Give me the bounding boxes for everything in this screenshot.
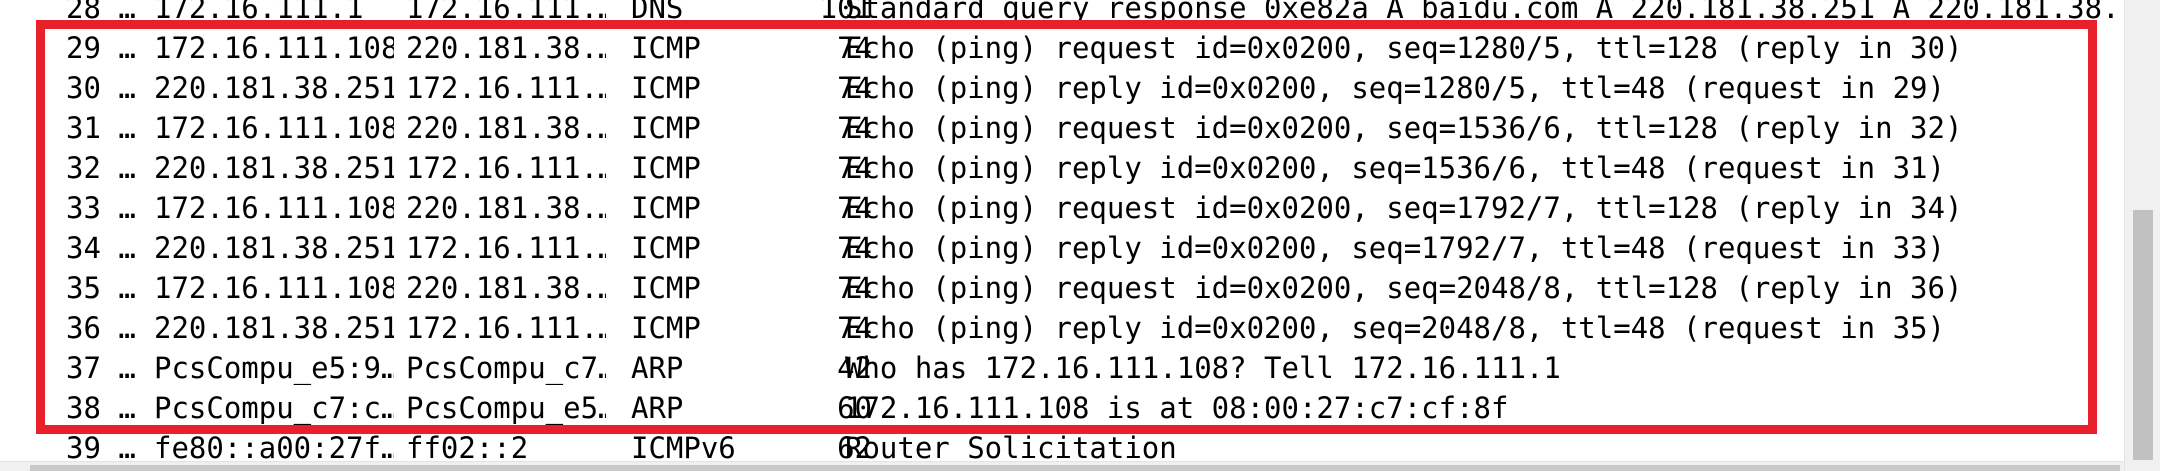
packet-protocol: ICMP <box>631 31 701 65</box>
packet-row[interactable]: 31 … 172.16.111.108 220.181.38.… ICMP 74… <box>0 108 2124 148</box>
packet-number: 38 … <box>66 391 136 425</box>
packet-source: 172.16.111.108 <box>154 31 394 65</box>
vertical-scrollbar-thumb[interactable] <box>2133 210 2153 460</box>
packet-row[interactable]: 37 … PcsCompu_e5:9… PcsCompu_c7… ARP 42 … <box>0 348 2124 388</box>
packet-protocol: ICMP <box>631 231 701 265</box>
packet-number: 33 … <box>66 191 136 225</box>
packet-source: 220.181.38.251 <box>154 311 394 345</box>
packet-info: Who has 172.16.111.108? Tell 172.16.111.… <box>845 351 1561 385</box>
packet-protocol: DNS <box>631 0 684 25</box>
packet-list[interactable]: 28 … 172.16.111.1 172.16.111.… DNS 101 S… <box>0 0 2124 471</box>
vertical-scrollbar[interactable] <box>2124 0 2160 471</box>
packet-info: Echo (ping) request id=0x0200, seq=1536/… <box>845 111 1963 145</box>
packet-source: 220.181.38.251 <box>154 231 394 265</box>
packet-info: Echo (ping) reply id=0x0200, seq=1536/6,… <box>845 151 1945 185</box>
packet-row[interactable]: 29 … 172.16.111.108 220.181.38.… ICMP 74… <box>0 28 2124 68</box>
packet-protocol: ICMP <box>631 191 701 225</box>
packet-source: 220.181.38.251 <box>154 71 394 105</box>
packet-protocol: ICMP <box>631 71 701 105</box>
horizontal-scrollbar[interactable] <box>0 461 2124 471</box>
packet-destination: 172.16.111.… <box>406 151 606 185</box>
packet-number: 30 … <box>66 71 136 105</box>
packet-destination: 172.16.111.… <box>406 0 606 25</box>
horizontal-scrollbar-thumb[interactable] <box>30 465 2120 471</box>
packet-list-viewport: 28 … 172.16.111.1 172.16.111.… DNS 101 S… <box>0 0 2160 471</box>
packet-number: 34 … <box>66 231 136 265</box>
packet-row[interactable]: 36 … 220.181.38.251 172.16.111.… ICMP 74… <box>0 308 2124 348</box>
packet-protocol: ICMP <box>631 311 701 345</box>
packet-info: Echo (ping) reply id=0x0200, seq=1792/7,… <box>845 231 1945 265</box>
packet-row[interactable]: 28 … 172.16.111.1 172.16.111.… DNS 101 S… <box>0 0 2124 28</box>
packet-number: 28 … <box>66 0 136 25</box>
packet-source: 172.16.111.108 <box>154 111 394 145</box>
packet-protocol: ARP <box>631 391 684 425</box>
packet-source: 172.16.111.108 <box>154 191 394 225</box>
packet-info: Echo (ping) request id=0x0200, seq=1792/… <box>845 191 1963 225</box>
packet-protocol: ARP <box>631 351 684 385</box>
packet-destination: PcsCompu_e5… <box>406 391 606 425</box>
packet-number: 36 … <box>66 311 136 345</box>
packet-destination: 220.181.38.… <box>406 31 606 65</box>
packet-info: 172.16.111.108 is at 08:00:27:c7:cf:8f <box>845 391 1509 425</box>
packet-destination: 220.181.38.… <box>406 271 606 305</box>
packet-protocol: ICMP <box>631 151 701 185</box>
packet-info: Standard query response 0xe82a A baidu.c… <box>845 0 2115 25</box>
packet-row[interactable]: 32 … 220.181.38.251 172.16.111.… ICMP 74… <box>0 148 2124 188</box>
packet-row[interactable]: 38 … PcsCompu_c7:c… PcsCompu_e5… ARP 60 … <box>0 388 2124 428</box>
packet-protocol: ICMP <box>631 271 701 305</box>
packet-number: 31 … <box>66 111 136 145</box>
packet-info: Echo (ping) request id=0x0200, seq=2048/… <box>845 271 1963 305</box>
packet-row[interactable]: 30 … 220.181.38.251 172.16.111.… ICMP 74… <box>0 68 2124 108</box>
packet-number: 35 … <box>66 271 136 305</box>
packet-source: PcsCompu_c7:c… <box>154 391 394 425</box>
packet-destination: 172.16.111.… <box>406 231 606 265</box>
packet-destination: 220.181.38.… <box>406 191 606 225</box>
packet-row[interactable]: 34 … 220.181.38.251 172.16.111.… ICMP 74… <box>0 228 2124 268</box>
packet-info: Echo (ping) request id=0x0200, seq=1280/… <box>845 31 1963 65</box>
packet-info: Echo (ping) reply id=0x0200, seq=2048/8,… <box>845 311 1945 345</box>
packet-info: Echo (ping) reply id=0x0200, seq=1280/5,… <box>845 71 1945 105</box>
packet-source: 172.16.111.1 <box>154 0 364 25</box>
packet-number: 37 … <box>66 351 136 385</box>
packet-destination: PcsCompu_c7… <box>406 351 606 385</box>
packet-source: 172.16.111.108 <box>154 271 394 305</box>
packet-destination: 172.16.111.… <box>406 311 606 345</box>
packet-protocol: ICMP <box>631 111 701 145</box>
packet-destination: 220.181.38.… <box>406 111 606 145</box>
packet-row[interactable]: 33 … 172.16.111.108 220.181.38.… ICMP 74… <box>0 188 2124 228</box>
packet-number: 29 … <box>66 31 136 65</box>
packet-row[interactable]: 35 … 172.16.111.108 220.181.38.… ICMP 74… <box>0 268 2124 308</box>
packet-source: 220.181.38.251 <box>154 151 394 185</box>
packet-number: 32 … <box>66 151 136 185</box>
packet-source: PcsCompu_e5:9… <box>154 351 394 385</box>
packet-destination: 172.16.111.… <box>406 71 606 105</box>
